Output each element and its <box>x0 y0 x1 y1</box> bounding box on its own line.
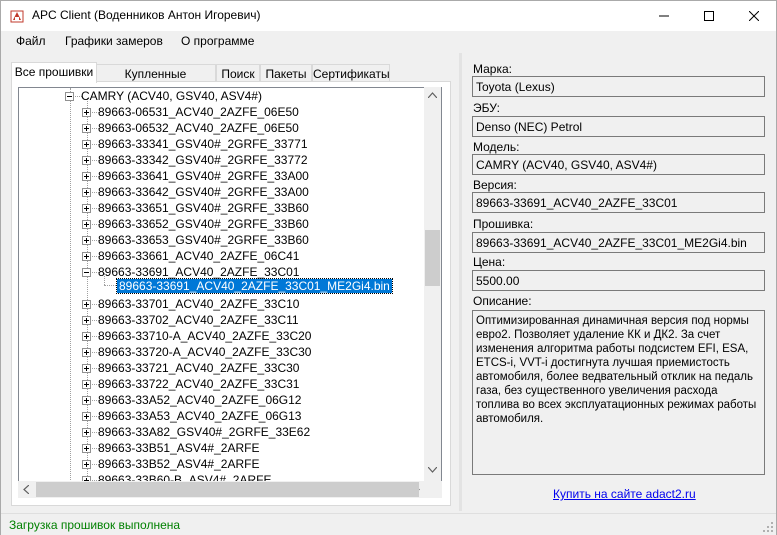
app-window: APC Client (Воденников Антон Игоревич) Ф… <box>0 0 777 535</box>
ecu-field[interactable]: Denso (NEC) Petrol <box>472 116 765 137</box>
version-label: Версия: <box>473 178 517 192</box>
tree-expand-icon[interactable] <box>82 460 91 469</box>
firmware-tree[interactable]: CAMRY (ACV40, GSV40, ASV4#) 89663-06531_… <box>18 87 442 483</box>
tree-expand-icon[interactable] <box>82 332 91 341</box>
menu-charts[interactable]: Графики замеров <box>65 34 163 48</box>
minimize-button[interactable] <box>641 1 686 31</box>
tree-collapse-icon[interactable] <box>65 92 74 101</box>
tree-node[interactable]: 89663-33652_GSV40#_2GRFE_33B60 <box>98 216 309 232</box>
tree-node[interactable]: 89663-33642_GSV40#_2GRFE_33A00 <box>98 184 309 200</box>
tree-expand-icon[interactable] <box>82 412 91 421</box>
tree-collapse-icon[interactable] <box>82 268 91 277</box>
scroll-down-icon <box>428 467 437 473</box>
tree-expand-icon[interactable] <box>82 156 91 165</box>
tree-expand-icon[interactable] <box>82 348 91 357</box>
tree-node[interactable]: 89663-33A82_GSV40#_2GRFE_33E62 <box>98 424 310 440</box>
tree-vertical-scroll-thumb[interactable] <box>425 230 440 286</box>
tab-search[interactable]: Поиск <box>216 64 260 82</box>
tree-node[interactable]: 89663-33702_ACV40_2AZFE_33C11 <box>98 312 299 328</box>
make-label: Марка: <box>473 62 512 76</box>
window-title: APC Client (Воденников Антон Игоревич) <box>32 8 261 22</box>
make-field[interactable]: Toyota (Lexus) <box>472 76 765 97</box>
tree-node[interactable]: 89663-33721_ACV40_2AZFE_33C30 <box>98 360 299 376</box>
status-text: Загрузка прошивок выполнена <box>9 518 181 532</box>
close-icon <box>748 11 759 21</box>
tree-expand-icon[interactable] <box>82 236 91 245</box>
tree-horizontal-scroll-thumb[interactable] <box>36 482 419 497</box>
ecu-label: ЭБУ: <box>473 101 500 115</box>
minimize-icon <box>658 15 669 17</box>
tree-expand-icon[interactable] <box>82 188 91 197</box>
tree-expand-icon[interactable] <box>82 428 91 437</box>
tree-leaf-node[interactable]: 89663-33691_ACV40_2AZFE_33C01_ME2Gi4.bin <box>116 278 393 294</box>
tree-expand-icon[interactable] <box>82 300 91 309</box>
status-bar: Загрузка прошивок выполнена <box>1 513 776 535</box>
tab-certificates[interactable]: Сертификаты <box>312 64 390 82</box>
scroll-left-icon <box>23 485 29 494</box>
tree-node[interactable]: 89663-33701_ACV40_2AZFE_33C10 <box>98 296 299 312</box>
tree-expand-icon[interactable] <box>82 204 91 213</box>
tree-node[interactable]: 89663-33641_GSV40#_2GRFE_33A00 <box>98 168 309 184</box>
tree-node[interactable]: 89663-06531_ACV40_2AZFE_06E50 <box>98 104 299 120</box>
version-field[interactable]: 89663-33691_ACV40_2AZFE_33C01 <box>472 192 765 213</box>
tree-expand-icon[interactable] <box>82 364 91 373</box>
price-field[interactable]: 5500.00 <box>472 270 765 291</box>
tree-node[interactable]: 89663-33A52_ACV40_2AZFE_06G12 <box>98 392 301 408</box>
scroll-up-icon <box>428 92 437 98</box>
tree-node[interactable]: 89663-33A53_ACV40_2AZFE_06G13 <box>98 408 301 424</box>
tree-node[interactable]: 89663-33661_ACV40_2AZFE_06C41 <box>98 248 299 264</box>
tree-expand-icon[interactable] <box>82 124 91 133</box>
model-field[interactable]: CAMRY (ACV40, GSV40, ASV4#) <box>472 154 765 175</box>
buy-link[interactable]: Купить на сайте adact2.ru <box>553 487 696 501</box>
tree-node[interactable]: 89663-33720-A_ACV40_2AZFE_33C30 <box>98 344 311 360</box>
tree-node[interactable]: 89663-33341_GSV40#_2GRFE_33771 <box>98 136 308 152</box>
tree-root-node[interactable]: CAMRY (ACV40, GSV40, ASV4#) <box>81 88 262 104</box>
price-label: Цена: <box>473 255 506 269</box>
model-label: Модель: <box>473 140 520 154</box>
scrollbar-corner <box>424 481 441 498</box>
tree-guide-line <box>70 88 71 482</box>
description-label: Описание: <box>473 294 532 308</box>
tree-expand-icon[interactable] <box>82 220 91 229</box>
resize-grip-icon[interactable] <box>763 522 773 532</box>
tree-node[interactable]: 89663-33722_ACV40_2AZFE_33C31 <box>98 376 299 392</box>
close-button[interactable] <box>731 1 776 31</box>
tree-expand-icon[interactable] <box>82 444 91 453</box>
tab-all-firmware[interactable]: Все прошивки <box>11 62 97 83</box>
tree-expand-icon[interactable] <box>82 252 91 261</box>
tree-expand-icon[interactable] <box>82 108 91 117</box>
maximize-button[interactable] <box>686 1 731 31</box>
tree-node[interactable]: 89663-33B52_ASV4#_2ARFE <box>98 456 259 472</box>
tree-expand-icon[interactable] <box>82 140 91 149</box>
app-logo-icon <box>9 8 25 24</box>
tree-node[interactable]: 89663-33653_GSV40#_2GRFE_33B60 <box>98 232 309 248</box>
tree-expand-icon[interactable] <box>82 316 91 325</box>
selected-firmware-file[interactable]: 89663-33691_ACV40_2AZFE_33C01_ME2Gi4.bin <box>116 278 393 294</box>
tree-guide-line <box>104 285 118 286</box>
tab-purchased[interactable]: Купленные прошивки <box>95 64 216 95</box>
menu-about[interactable]: О программе <box>181 34 254 48</box>
maximize-icon <box>703 11 714 21</box>
firmware-label: Прошивка: <box>473 217 534 231</box>
menu-file[interactable]: Файл <box>16 34 46 48</box>
panel-splitter[interactable] <box>459 53 462 511</box>
tree-expand-icon[interactable] <box>82 172 91 181</box>
tree-node[interactable]: 89663-33342_GSV40#_2GRFE_33772 <box>98 152 308 168</box>
menu-bar: Файл Графики замеров О программе <box>1 31 776 53</box>
tree-node[interactable]: 89663-06532_ACV40_2AZFE_06E50 <box>98 120 299 136</box>
tab-packages[interactable]: Пакеты <box>260 64 312 82</box>
description-field[interactable]: Оптимизированная динамичная версия под н… <box>472 310 765 475</box>
tree-node[interactable]: 89663-33710-A_ACV40_2AZFE_33C20 <box>98 328 311 344</box>
tree-expand-icon[interactable] <box>82 380 91 389</box>
firmware-field[interactable]: 89663-33691_ACV40_2AZFE_33C01_ME2Gi4.bin <box>472 232 765 253</box>
title-bar[interactable]: APC Client (Воденников Антон Игоревич) <box>1 1 776 31</box>
tree-node[interactable]: 89663-33B51_ASV4#_2ARFE <box>98 440 259 456</box>
tree-node[interactable]: 89663-33651_GSV40#_2GRFE_33B60 <box>98 200 309 216</box>
tree-expand-icon[interactable] <box>82 396 91 405</box>
